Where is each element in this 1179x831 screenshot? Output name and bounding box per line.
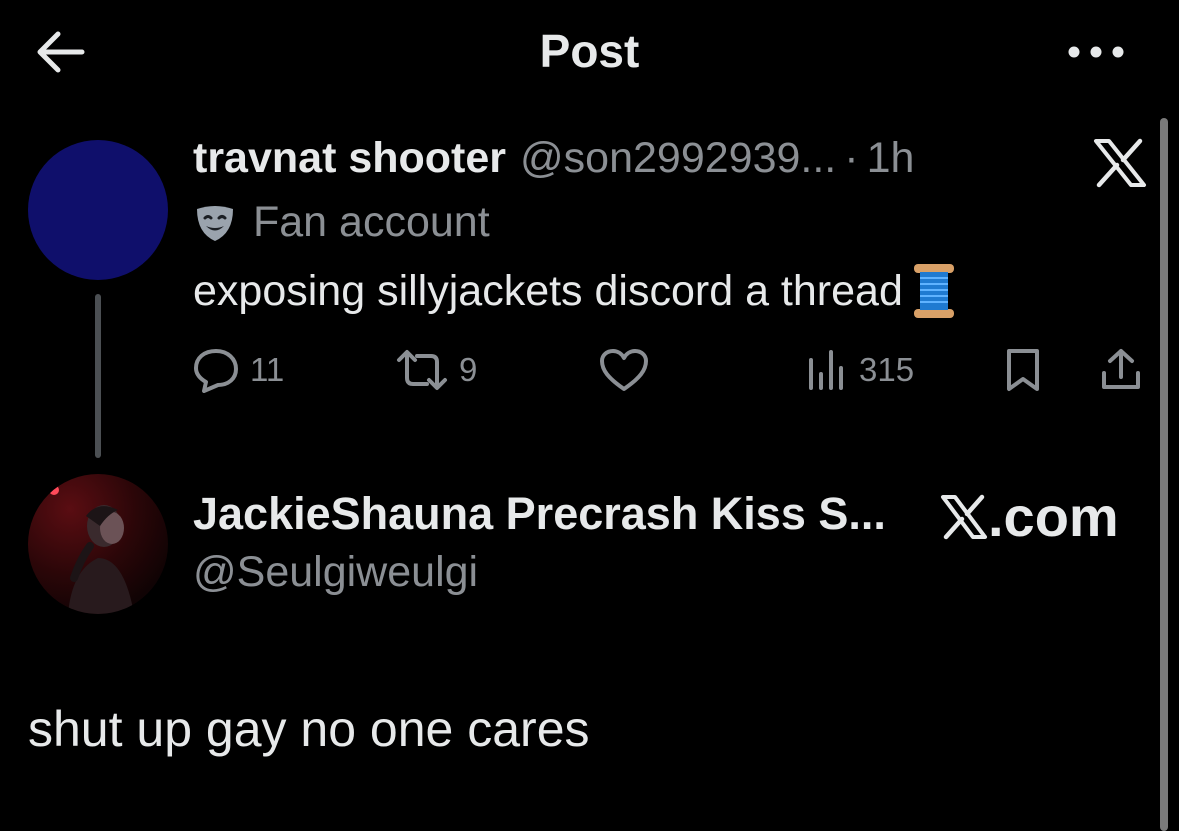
parent-post-body: exposing sillyjackets discord a thread [193, 266, 903, 315]
share-button[interactable] [1098, 344, 1144, 396]
reply-avatar[interactable] [28, 474, 168, 614]
reply-button[interactable]: 11 [192, 344, 284, 396]
like-button[interactable] [598, 344, 660, 396]
reply-count: 11 [250, 351, 285, 388]
reply-handle[interactable]: @Seulgiweulgi [193, 548, 478, 597]
repost-button[interactable]: 9 [395, 344, 477, 396]
account-label: Fan account [193, 198, 490, 247]
spool-of-thread-icon [913, 264, 954, 318]
repost-icon [397, 350, 447, 390]
xcom-watermark: .com [940, 484, 1119, 549]
views-count: 315 [859, 351, 915, 388]
parent-avatar[interactable] [28, 140, 168, 280]
profile-photo [28, 474, 168, 614]
share-icon [1102, 349, 1140, 389]
arrow-left-icon [37, 31, 85, 73]
xcom-suffix: .com [988, 485, 1119, 548]
theater-masks-icon [197, 205, 233, 241]
back-button[interactable] [32, 26, 88, 78]
reply-post-text: shut up gay no one cares [28, 701, 590, 757]
heart-icon [600, 349, 648, 391]
more-options-button[interactable] [1060, 30, 1132, 74]
parent-display-name[interactable]: travnat shooter [193, 134, 506, 183]
page-title: Post [539, 25, 640, 77]
thread-connector-line [95, 294, 101, 458]
parent-handle[interactable]: @son2992939... [520, 134, 836, 183]
bookmark-button[interactable] [1003, 344, 1043, 396]
reply-display-name[interactable]: JackieShauna Precrash Kiss S... [193, 488, 886, 540]
parent-post-text: exposing sillyjackets discord a thread [193, 262, 957, 320]
bookmark-icon [1007, 349, 1039, 391]
account-label-text: Fan account [253, 198, 490, 246]
views-button[interactable]: 315 [805, 344, 914, 396]
reply-icon [194, 349, 238, 393]
scrollbar[interactable] [1160, 118, 1168, 831]
more-horizontal-icon [1068, 46, 1124, 58]
views-chart-icon [809, 350, 843, 390]
repost-count: 9 [459, 351, 478, 388]
parent-timestamp[interactable]: 1h [867, 134, 915, 183]
time-separator: · [844, 134, 859, 182]
parent-post-header: travnat shooter @son2992939... · 1h [193, 134, 914, 183]
x-logo-icon [1094, 138, 1146, 188]
x-logo-icon [941, 494, 987, 539]
